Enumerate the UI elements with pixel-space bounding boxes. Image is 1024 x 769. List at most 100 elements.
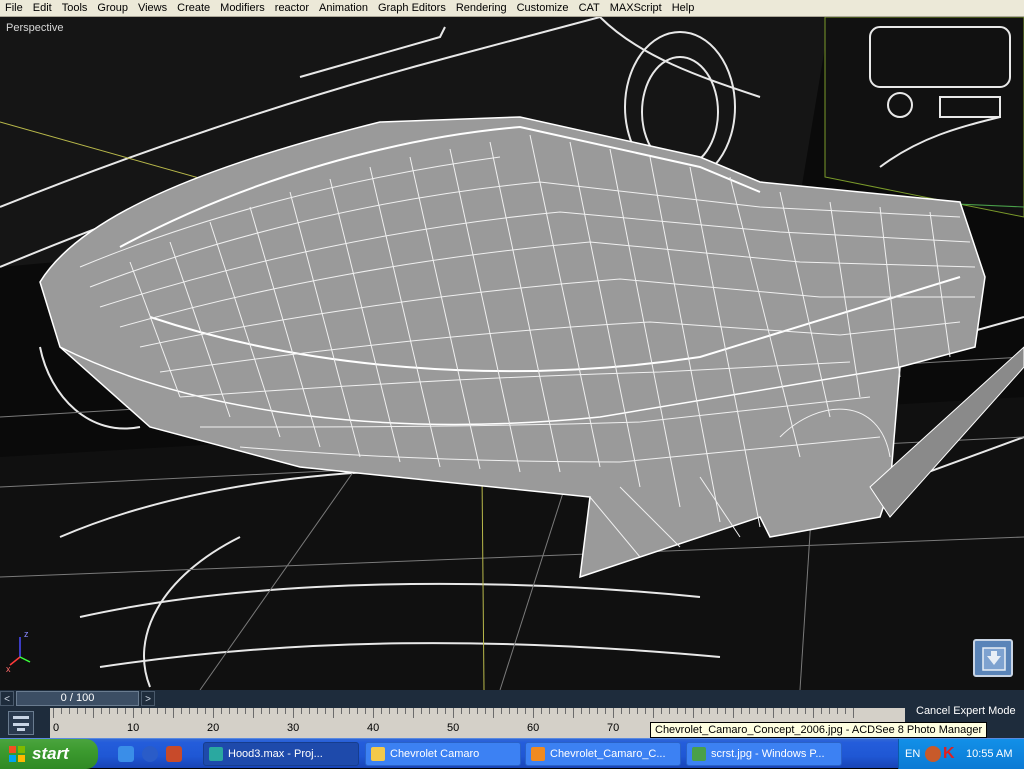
ruler-tick xyxy=(293,708,294,718)
ruler-tick xyxy=(157,708,158,714)
menu-rendering[interactable]: Rendering xyxy=(451,0,512,17)
ruler-tick xyxy=(141,708,142,714)
menu-create[interactable]: Create xyxy=(172,0,215,17)
track-bar-toggle-icon[interactable] xyxy=(8,711,34,735)
quicklaunch-app-icon[interactable] xyxy=(166,746,182,762)
ruler-tick xyxy=(421,708,422,714)
menu-modifiers[interactable]: Modifiers xyxy=(215,0,270,17)
svg-text:z: z xyxy=(24,629,29,639)
ruler-tick xyxy=(701,708,702,714)
media-player-icon[interactable] xyxy=(142,746,158,762)
taskbar-button-2[interactable]: Chevrolet Camaro xyxy=(365,742,521,766)
menu-help[interactable]: Help xyxy=(667,0,700,17)
ruler-label: 60 xyxy=(527,722,540,734)
clock: 10:55 AM xyxy=(966,748,1013,760)
svg-text:x: x xyxy=(6,664,11,674)
ruler-tick xyxy=(301,708,302,714)
ruler-tick xyxy=(741,708,742,714)
ruler-tick xyxy=(525,708,526,714)
time-slider-thumb[interactable]: 0 / 100 xyxy=(16,691,139,706)
ruler-tick xyxy=(461,708,462,714)
menu-graph-editors[interactable]: Graph Editors xyxy=(373,0,451,17)
ruler-tick xyxy=(709,708,710,714)
ruler-tick xyxy=(357,708,358,714)
ruler-tick xyxy=(437,708,438,714)
perspective-viewport[interactable]: z x Perspective xyxy=(0,17,1024,690)
start-button[interactable]: start xyxy=(0,739,98,769)
ruler-tick xyxy=(205,708,206,714)
ruler-tick xyxy=(349,708,350,714)
ruler-tick xyxy=(189,708,190,714)
ruler-tick xyxy=(845,708,846,714)
ruler-tick xyxy=(397,708,398,714)
menu-edit[interactable]: Edit xyxy=(28,0,57,17)
ruler-tick xyxy=(477,708,478,714)
ruler-tick xyxy=(805,708,806,714)
ruler-tick xyxy=(117,708,118,714)
ruler-tick xyxy=(773,708,774,718)
ruler-tick xyxy=(485,708,486,714)
3dsmax-icon xyxy=(209,747,223,761)
ruler-tick xyxy=(637,708,638,714)
ruler-tick xyxy=(429,708,430,714)
ruler-tick xyxy=(821,708,822,714)
ruler-tick xyxy=(789,708,790,714)
menu-maxscript[interactable]: MAXScript xyxy=(605,0,667,17)
prev-frame-button[interactable]: < xyxy=(0,691,14,706)
ruler-tick xyxy=(165,708,166,714)
ruler-tick xyxy=(685,708,686,714)
ruler-tick xyxy=(77,708,78,714)
ruler-tick xyxy=(829,708,830,714)
language-indicator[interactable]: EN xyxy=(905,748,920,760)
kaspersky-icon[interactable]: K xyxy=(943,745,957,763)
ruler-tick xyxy=(237,708,238,714)
ruler-label: 50 xyxy=(447,722,460,734)
menu-customize[interactable]: Customize xyxy=(512,0,574,17)
ruler-tick xyxy=(501,708,502,714)
ruler-tick xyxy=(213,708,214,718)
ruler-tick xyxy=(733,708,734,718)
ruler-tick xyxy=(509,708,510,714)
viewcube-home-icon[interactable] xyxy=(973,639,1013,677)
menu-file[interactable]: File xyxy=(0,0,28,17)
ruler-tick xyxy=(469,708,470,714)
ruler-tick xyxy=(445,708,446,714)
menu-reactor[interactable]: reactor xyxy=(270,0,314,17)
ruler-label: 20 xyxy=(207,722,220,734)
menu-group[interactable]: Group xyxy=(92,0,133,17)
ruler-tick xyxy=(181,708,182,714)
time-slider[interactable]: < 0 / 100 > xyxy=(0,690,1024,708)
ruler-tick xyxy=(381,708,382,714)
cancel-expert-mode-button[interactable]: Cancel Expert Mode xyxy=(916,705,1016,717)
tray-app-icon[interactable] xyxy=(925,746,941,762)
ruler-tick xyxy=(101,708,102,714)
windows-flag-icon xyxy=(9,746,25,762)
viewport-label[interactable]: Perspective xyxy=(6,22,63,34)
menu-cat[interactable]: CAT xyxy=(574,0,605,17)
menu-views[interactable]: Views xyxy=(133,0,172,17)
ruler-tick xyxy=(613,708,614,718)
ruler-tick xyxy=(549,708,550,714)
menu-animation[interactable]: Animation xyxy=(314,0,373,17)
taskbar-button-1[interactable]: Hood3.max - Proj... xyxy=(203,742,359,766)
ruler-tick xyxy=(325,708,326,714)
taskbar-button-3[interactable]: Chevrolet_Camaro_C... xyxy=(525,742,681,766)
ruler-tick xyxy=(605,708,606,714)
ruler-tick xyxy=(629,708,630,714)
taskbar-button-4[interactable]: scrst.jpg - Windows P... xyxy=(686,742,842,766)
ruler-tick xyxy=(93,708,94,718)
internet-explorer-icon[interactable] xyxy=(118,746,134,762)
menu-tools[interactable]: Tools xyxy=(57,0,93,17)
ruler-tick xyxy=(493,708,494,718)
ruler-tick xyxy=(253,708,254,718)
ruler-tick xyxy=(317,708,318,714)
acdsee-icon xyxy=(531,747,545,761)
ruler-tick xyxy=(261,708,262,714)
next-frame-button[interactable]: > xyxy=(141,691,155,706)
system-tray: EN K 10:55 AM xyxy=(898,739,1024,769)
ruler-tick xyxy=(309,708,310,714)
start-label: start xyxy=(32,744,69,763)
ruler-tick xyxy=(453,708,454,718)
ruler-tick xyxy=(285,708,286,714)
ruler-tick xyxy=(645,708,646,714)
